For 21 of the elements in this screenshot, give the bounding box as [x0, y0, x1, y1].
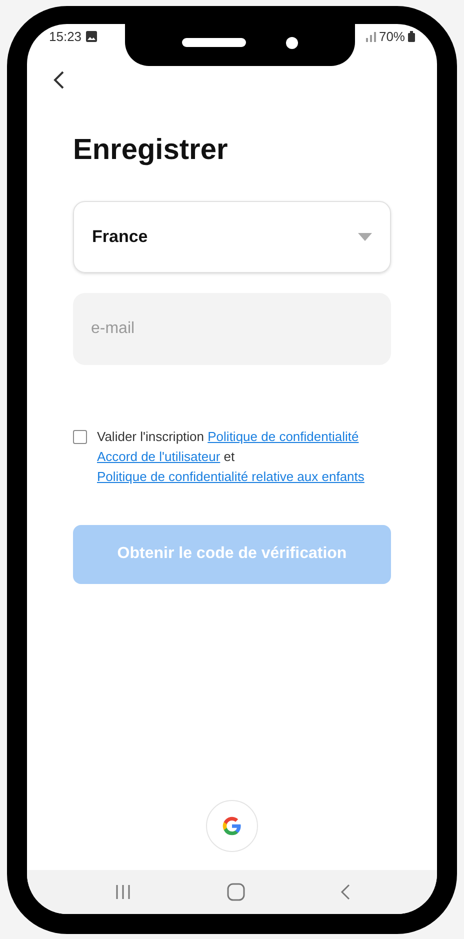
image-icon: [86, 31, 97, 42]
policy-link[interactable]: Accord de l'utilisateur: [97, 448, 220, 464]
policy-link[interactable]: Politique de confidentialité relative aux enfants: [97, 468, 364, 484]
back-nav-icon[interactable]: [340, 884, 350, 900]
policy-link[interactable]: Politique de confidentialité: [208, 428, 359, 444]
consent-text: Valider l'inscription Politique de confidentialité Accord de l'utilisateur et Politique de confidentialité relative aux enfants: [97, 428, 366, 486]
camera-icon: [286, 36, 298, 48]
recent-apps-icon[interactable]: [114, 884, 132, 900]
home-icon[interactable]: [226, 882, 245, 900]
email-field[interactable]: e-mail: [73, 292, 391, 364]
speaker-icon: [182, 38, 246, 47]
country-select[interactable]: France: [73, 200, 391, 272]
battery-icon: [408, 31, 415, 42]
google-signin-button[interactable]: [206, 800, 258, 852]
battery-percent: 70%: [378, 28, 405, 46]
page-title: Enregistrer: [73, 136, 229, 164]
consent-checkbox[interactable]: [73, 430, 87, 444]
status-time: 15:23: [49, 28, 82, 46]
dropdown-caret-icon: [358, 232, 372, 240]
signal-icon: [364, 32, 376, 42]
google-logo-icon: [221, 814, 243, 836]
